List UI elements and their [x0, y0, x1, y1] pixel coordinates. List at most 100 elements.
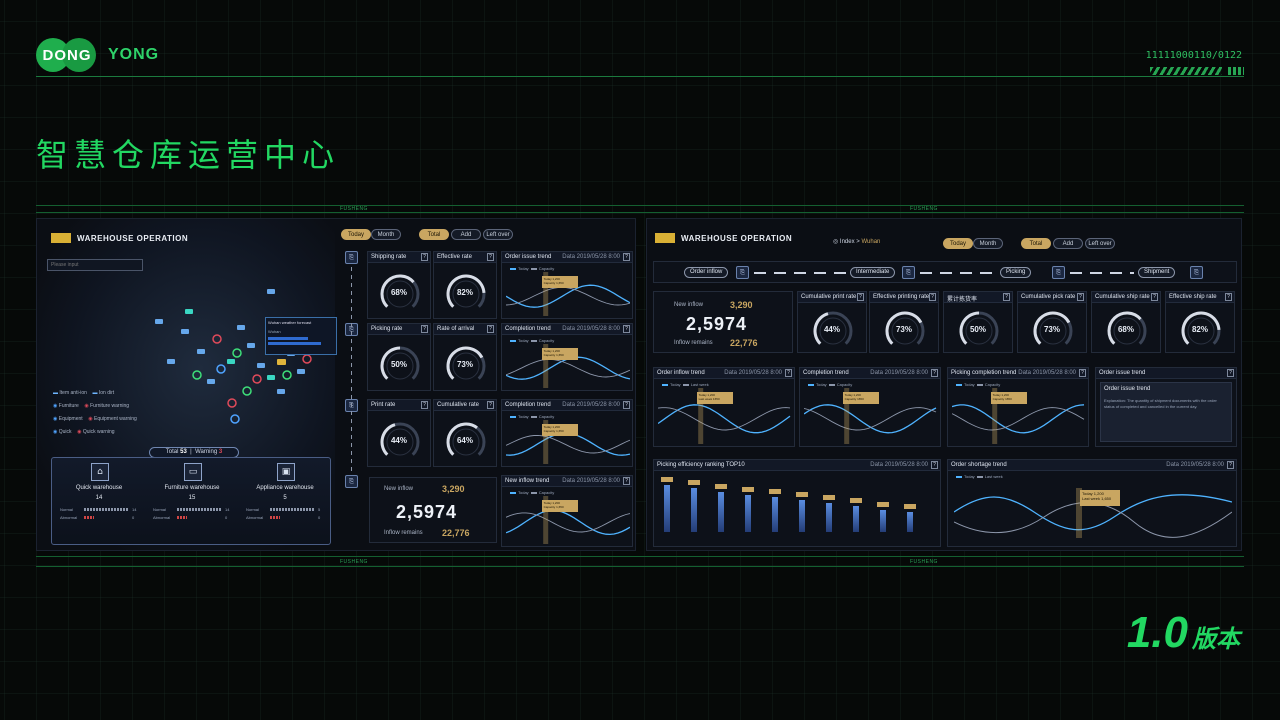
- gauge-value: 44%: [823, 325, 840, 334]
- toggle-month[interactable]: Month: [371, 229, 401, 240]
- help-icon[interactable]: ?: [487, 401, 494, 409]
- tab-total[interactable]: Total: [1021, 238, 1051, 249]
- toggle-month[interactable]: Month: [973, 238, 1003, 249]
- panel-header: Order inflow trend Data 2019/05/28 8:00?: [654, 368, 794, 379]
- series-today-line: [804, 404, 937, 434]
- help-icon[interactable]: ?: [1227, 369, 1234, 377]
- gauge-value: 50%: [969, 325, 986, 334]
- panel-header: Cumulative print rate?: [798, 292, 866, 303]
- help-icon[interactable]: ?: [623, 253, 630, 261]
- ranking-bar[interactable]: [799, 500, 805, 532]
- help-icon[interactable]: ?: [623, 401, 630, 409]
- toggle-today[interactable]: Today: [943, 238, 973, 249]
- gauge-label: Print rate: [371, 402, 396, 408]
- help-icon[interactable]: ?: [1227, 461, 1234, 469]
- tooltip-line: Capacity 1,650: [543, 281, 564, 285]
- help-icon[interactable]: ?: [931, 461, 938, 469]
- gauge-value: 82%: [456, 288, 473, 297]
- ranking-bar[interactable]: [907, 512, 913, 532]
- normal-label: Normal: [60, 507, 73, 512]
- flow-step-icon[interactable]: ⎘: [345, 251, 358, 264]
- help-icon[interactable]: ?: [857, 293, 864, 301]
- help-icon[interactable]: ?: [1151, 293, 1158, 301]
- help-icon[interactable]: ?: [421, 325, 428, 333]
- ranking-bar[interactable]: [853, 506, 859, 532]
- tooltip-line: Capacity 1,650: [543, 505, 564, 509]
- legend-row: ◉ Equipment ◉ Equipment warning: [53, 413, 137, 426]
- gauge-label: Cumulative ship rate: [1095, 294, 1150, 300]
- flow-step[interactable]: Picking: [1000, 267, 1032, 278]
- tooltip-line: Last week 1650: [698, 397, 720, 401]
- ranking-value-tag: [877, 501, 889, 507]
- help-icon[interactable]: ?: [487, 253, 494, 261]
- help-icon[interactable]: ?: [1079, 369, 1086, 377]
- appliance-icon: ▣: [277, 463, 295, 481]
- help-icon[interactable]: ?: [487, 325, 494, 333]
- new-inflow-value: 3,290: [442, 484, 465, 494]
- help-icon[interactable]: ?: [1225, 293, 1232, 301]
- panel-header: Cumulative ship rate?: [1092, 292, 1160, 303]
- help-icon[interactable]: ?: [929, 293, 936, 301]
- legend-row: ◉ Furniture ◉ Furniture warning: [53, 400, 137, 413]
- version-suffix: 版本: [1192, 624, 1240, 653]
- panel-header: Completion trend Data 2019/05/28 8:00?: [800, 368, 940, 379]
- ranking-value-tag: [796, 492, 808, 497]
- help-icon[interactable]: ?: [421, 401, 428, 409]
- help-icon[interactable]: ?: [1003, 293, 1010, 301]
- ranking-value-tag: [823, 495, 835, 500]
- gauge-label: Effective ship rate: [1169, 294, 1217, 300]
- help-icon[interactable]: ?: [623, 325, 630, 333]
- map-area[interactable]: WAREHOUSE OPERATION Wuhan weather foreca…: [37, 219, 337, 550]
- inflow-remains-value: 22,776: [442, 528, 470, 538]
- normal-count: 14: [132, 507, 137, 512]
- panel-date: Data 2019/05/28 8:00: [870, 462, 928, 468]
- flow-step[interactable]: Intermediate: [850, 267, 896, 278]
- breadcrumb-root[interactable]: Index: [840, 239, 855, 245]
- legend-item: Today: [518, 490, 529, 495]
- ranking-bar[interactable]: [880, 509, 886, 532]
- ranking-bar[interactable]: [826, 503, 832, 532]
- flow-step-icon: ⎘: [902, 266, 915, 279]
- ranking-bar[interactable]: [718, 492, 724, 532]
- tab-leftover[interactable]: Left over: [1085, 238, 1115, 249]
- panel-header: Cumulative rate?: [434, 400, 496, 411]
- company-logo-icon: [51, 233, 71, 243]
- legend-marker-icon: ◉: [84, 403, 89, 409]
- warehouse-card-appliance[interactable]: ▣ Appliance warehouse 5 Normal 5 Abnorma…: [240, 458, 330, 538]
- legend-status: Equipment warning: [94, 416, 137, 422]
- tab-total[interactable]: Total: [419, 229, 449, 240]
- flow-step[interactable]: Order inflow: [684, 267, 729, 278]
- panel-date: Data 2019/05/28 8:00: [562, 402, 620, 408]
- warehouse-card-quick[interactable]: ⌂ Quick warehouse 14 Normal 14 Abnormal …: [54, 458, 144, 538]
- explanation-box: Order issue trend Explanation: The quant…: [1100, 382, 1232, 442]
- toggle-today[interactable]: Today: [341, 229, 371, 240]
- brand-left: DONG: [42, 46, 92, 64]
- panel-header: Order issue trend?: [1096, 368, 1236, 379]
- serial-code: 11111000110/0122: [1145, 50, 1242, 61]
- legend-item: Capacity: [538, 490, 555, 495]
- help-icon[interactable]: ?: [623, 477, 630, 485]
- help-icon[interactable]: ?: [785, 369, 792, 377]
- help-icon[interactable]: ?: [931, 369, 938, 377]
- normal-bar: [84, 508, 128, 511]
- tab-leftover[interactable]: Left over: [483, 229, 513, 240]
- warehouse-count: 15: [188, 495, 196, 501]
- tab-add[interactable]: Add: [1053, 238, 1083, 249]
- series-compare-line: [658, 407, 791, 431]
- warehouse-card-furniture[interactable]: ▭ Furniture warehouse 15 Normal 14 Abnor…: [147, 458, 237, 538]
- tab-add[interactable]: Add: [451, 229, 481, 240]
- panel-title: Picking completion trend: [951, 370, 1017, 376]
- help-icon[interactable]: ?: [1077, 293, 1084, 301]
- search-input[interactable]: [47, 259, 143, 271]
- ranking-bar[interactable]: [772, 497, 778, 532]
- gauge-value: 64%: [456, 436, 473, 445]
- legend-item: Capacity: [538, 338, 555, 343]
- flow-connector: [920, 272, 996, 274]
- ranking-bar[interactable]: [691, 488, 697, 532]
- chart-tooltip: Today 1,200 Capacity 1,650: [541, 276, 578, 288]
- flow-step-icon[interactable]: ⎘: [345, 475, 358, 488]
- flow-step[interactable]: Shipment: [1138, 267, 1176, 278]
- ranking-bar[interactable]: [664, 484, 670, 532]
- ranking-bar[interactable]: [745, 494, 751, 532]
- help-icon[interactable]: ?: [421, 253, 428, 261]
